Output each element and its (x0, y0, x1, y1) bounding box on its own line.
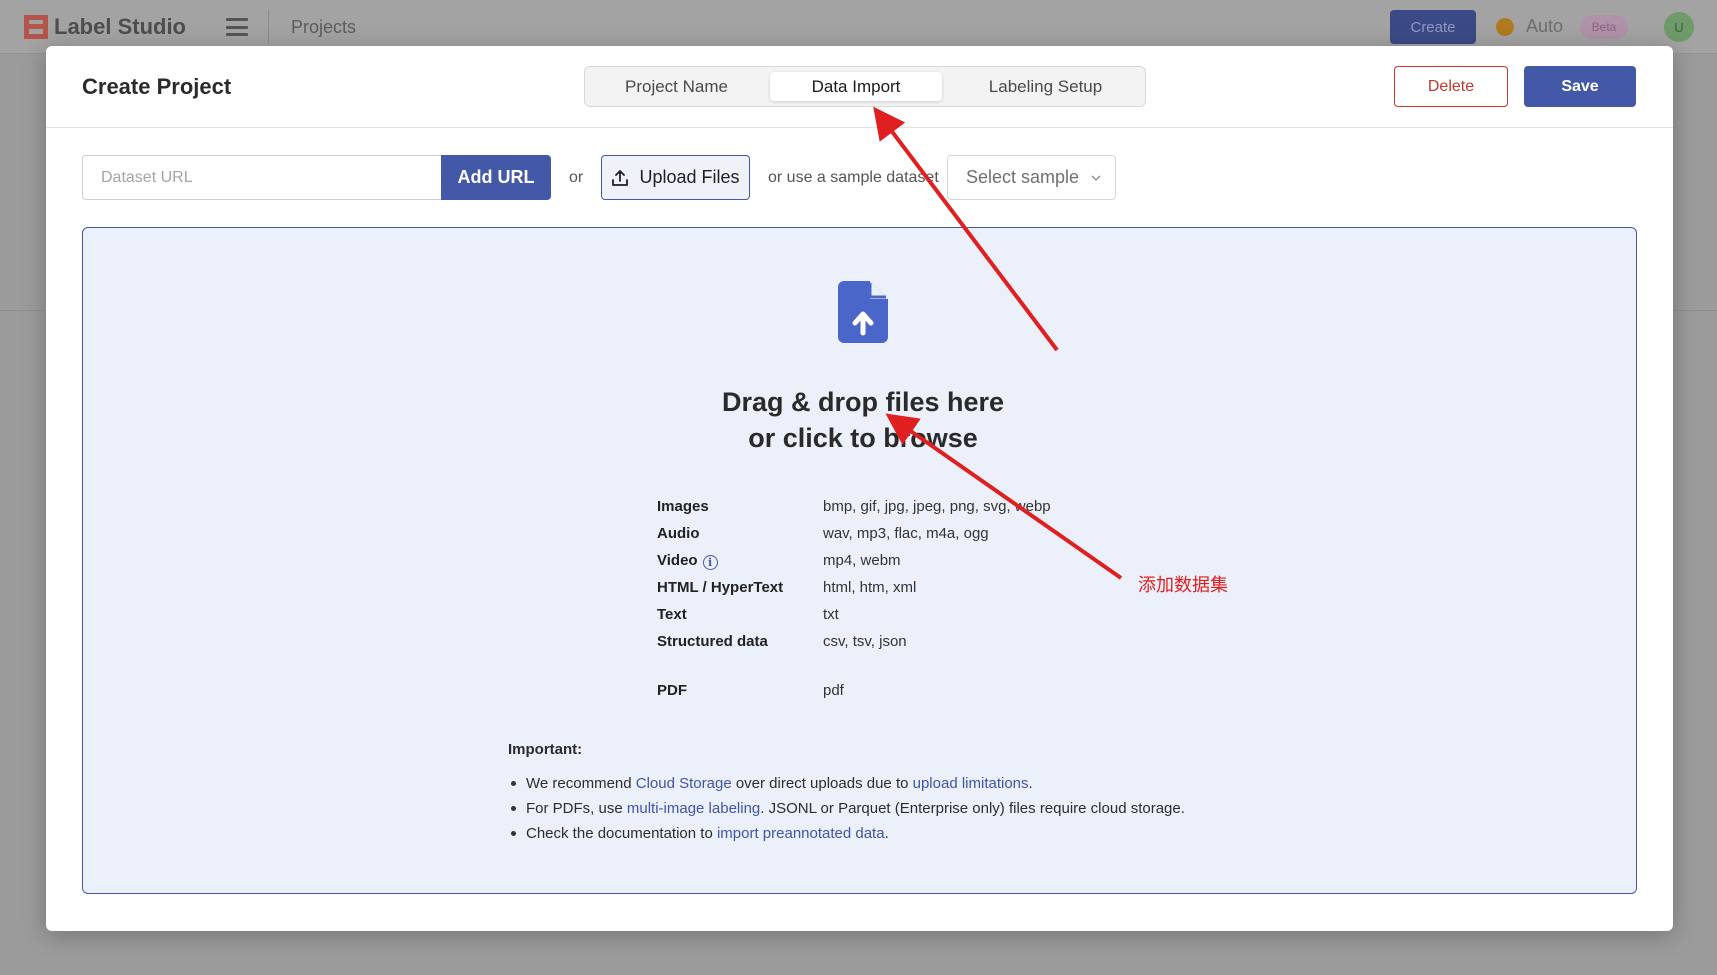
tab-labeling-setup[interactable]: Labeling Setup (952, 72, 1139, 101)
create-project-modal: Create Project Project Name Data Import … (46, 46, 1673, 931)
cloud-storage-link[interactable]: Cloud Storage (636, 775, 732, 792)
drop-title-line2: or click to browse (748, 423, 978, 453)
chevron-down-icon (1091, 175, 1101, 181)
multi-image-labeling-link[interactable]: multi-image labeling (627, 800, 760, 817)
upload-files-label: Upload Files (639, 167, 740, 187)
drop-title-line1: Drag & drop files here (721, 387, 1005, 417)
format-row: Text txt (657, 604, 1157, 631)
file-drop-zone[interactable]: Drag & drop files here or click to brows… (82, 227, 1637, 894)
format-row: PDF pdf (657, 680, 1157, 707)
create-button[interactable]: Create (1390, 10, 1476, 44)
format-extensions: txt (823, 606, 839, 623)
import-preannotated-data-link[interactable]: import preannotated data (717, 825, 885, 842)
modal-title: Create Project (82, 74, 232, 99)
topbar-divider (268, 10, 269, 44)
info-icon[interactable]: i (702, 555, 718, 570)
file-upload-icon (838, 281, 888, 343)
beta-badge: Beta (1580, 15, 1628, 39)
status-dot-icon (1496, 18, 1514, 36)
select-sample-dropdown[interactable]: Select sample (947, 155, 1116, 200)
upload-limitations-link[interactable]: upload limitations (913, 775, 1029, 792)
save-button[interactable]: Save (1524, 66, 1636, 107)
format-row: Audio wav, mp3, flac, m4a, ogg (657, 523, 1157, 550)
format-row: Structured data csv, tsv, json (657, 631, 1157, 658)
format-name: Text (657, 606, 687, 623)
delete-button[interactable]: Delete (1394, 66, 1508, 107)
list-item: For PDFs, use multi-image labeling. JSON… (508, 796, 1508, 821)
annotation-label: 添加数据集 (1138, 575, 1228, 596)
modal-header: Create Project Project Name Data Import … (46, 46, 1673, 128)
upload-files-button[interactable]: Upload Files (601, 155, 750, 200)
supported-formats-table: Images bmp, gif, jpg, jpeg, png, svg, we… (657, 496, 1157, 707)
app-logo-text: Label Studio (54, 14, 186, 39)
note-text: We recommend (526, 775, 636, 792)
breadcrumb-projects[interactable]: Projects (291, 17, 356, 38)
format-name: Video i (657, 552, 718, 570)
format-name-text: Video (657, 552, 698, 569)
label-studio-logo-icon (24, 15, 48, 39)
upload-icon (612, 169, 629, 186)
auto-label[interactable]: Auto (1526, 16, 1563, 37)
format-name: Images (657, 498, 709, 515)
app-logo: Label Studio (24, 14, 186, 40)
drop-zone-title: Drag & drop files here or click to brows… (583, 384, 1143, 456)
format-extensions: csv, tsv, json (823, 633, 907, 650)
note-text: . (884, 825, 889, 842)
important-list: We recommend Cloud Storage over direct u… (508, 771, 1508, 846)
important-notes: Important: We recommend Cloud Storage ov… (508, 741, 1508, 846)
note-text: . JSONL or Parquet (Enterprise only) fil… (760, 800, 1185, 817)
or-separator: or (569, 169, 584, 186)
format-name: Structured data (657, 633, 768, 650)
sample-dataset-text: or use a sample dataset (768, 169, 939, 186)
note-text: Check the documentation to (526, 825, 717, 842)
avatar[interactable]: U (1664, 12, 1694, 42)
note-text: over direct uploads due to (731, 775, 913, 792)
note-text: For PDFs, use (526, 800, 627, 817)
format-name: HTML / HyperText (657, 579, 784, 596)
format-extensions: pdf (823, 682, 844, 699)
format-extensions: html, htm, xml (823, 579, 917, 596)
list-item: We recommend Cloud Storage over direct u… (508, 771, 1508, 796)
hamburger-menu-icon[interactable] (226, 18, 248, 36)
format-extensions: wav, mp3, flac, m4a, ogg (823, 525, 989, 542)
select-sample-value: Select sample (966, 167, 1080, 187)
add-url-button[interactable]: Add URL (441, 155, 551, 200)
format-row: HTML / HyperText html, htm, xml (657, 577, 1157, 604)
dataset-url-input[interactable] (82, 155, 442, 200)
tab-data-import[interactable]: Data Import (770, 72, 942, 101)
format-name: Audio (657, 525, 700, 542)
list-item: Check the documentation to import preann… (508, 821, 1508, 846)
tab-project-name[interactable]: Project Name (593, 72, 760, 101)
format-extensions: mp4, webm (823, 552, 901, 569)
step-tabs: Project Name Data Import Labeling Setup (584, 66, 1146, 107)
important-title: Important: (508, 741, 583, 758)
format-extensions: bmp, gif, jpg, jpeg, png, svg, webp (823, 498, 1051, 515)
format-row: Images bmp, gif, jpg, jpeg, png, svg, we… (657, 496, 1157, 523)
format-row: Video i mp4, webm (657, 550, 1157, 577)
note-text: . (1028, 775, 1033, 792)
format-name: PDF (657, 682, 687, 699)
